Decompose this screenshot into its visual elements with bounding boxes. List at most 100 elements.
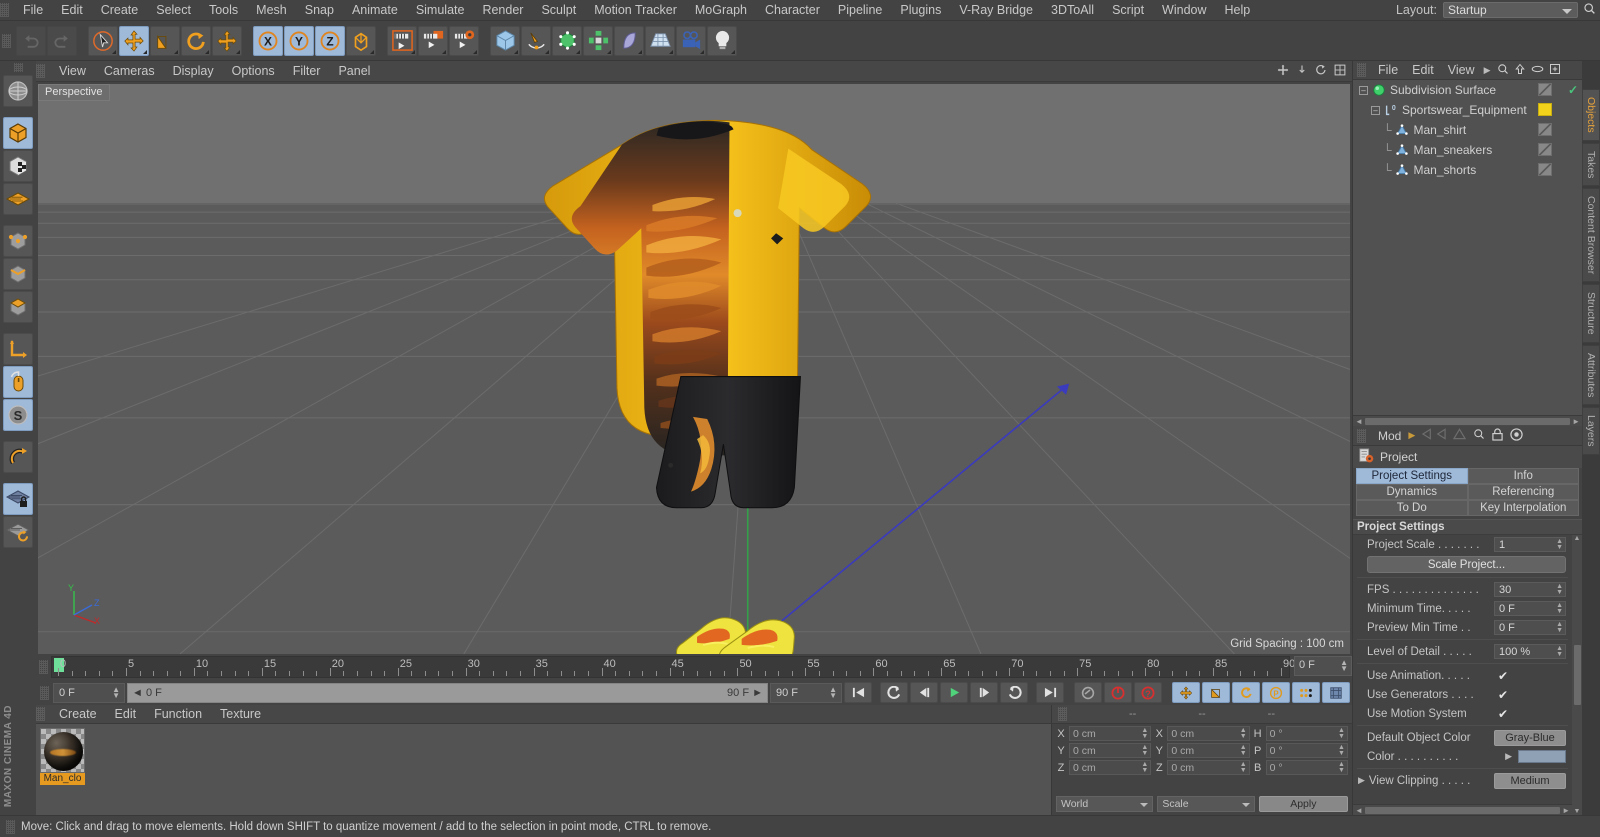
scale-tool-button[interactable] [150, 25, 180, 56]
menu-edit[interactable]: Edit [52, 0, 92, 21]
zoom-view-icon[interactable] [1296, 64, 1308, 79]
object-menu-edit[interactable]: Edit [1405, 60, 1441, 81]
go-to-end-button[interactable] [1036, 682, 1064, 703]
maximize-view-icon[interactable] [1334, 64, 1346, 79]
nav-up-icon[interactable] [1453, 428, 1467, 443]
material-item[interactable]: Man_clo [40, 728, 85, 785]
left-toolbar-grip[interactable] [13, 63, 23, 72]
add-nurbs-button[interactable] [552, 25, 582, 56]
material-menu-edit[interactable]: Edit [106, 704, 146, 725]
object-row-subdivision-surface[interactable]: – Subdivision Surface ✓ [1353, 80, 1582, 100]
model-mode-button[interactable] [3, 117, 33, 149]
lock-icon[interactable] [1492, 427, 1503, 444]
menu-grip[interactable] [0, 3, 9, 17]
scale-snap-button[interactable]: S [3, 399, 33, 431]
go-up-icon[interactable] [1514, 63, 1526, 78]
position-z-field[interactable]: 0 cm ▲ ▼ [1069, 760, 1152, 775]
tab-layers[interactable]: Layers [1582, 407, 1600, 455]
expand-toggle[interactable]: – [1371, 105, 1380, 115]
size-x-field[interactable]: 0 cm ▲ ▼ [1167, 726, 1250, 741]
render-region-button[interactable] [418, 25, 448, 56]
menu-file[interactable]: File [14, 0, 52, 21]
position-x-field[interactable]: 0 cm ▲ ▼ [1069, 726, 1152, 741]
step-back-frame-button[interactable] [910, 682, 938, 703]
menu-plugins[interactable]: Plugins [891, 0, 950, 21]
texture-mode-button[interactable] [3, 150, 33, 182]
time-scrub-bar[interactable]: ◄ 0 F 90 F ► [127, 682, 768, 703]
add-cube-button[interactable] [490, 25, 520, 56]
rotate-view-icon[interactable] [1315, 64, 1327, 79]
menu-motion-tracker[interactable]: Motion Tracker [585, 0, 686, 21]
spinner-icon[interactable]: ▲ ▼ [112, 685, 120, 699]
menu-tools[interactable]: Tools [200, 0, 247, 21]
target-icon[interactable] [1510, 427, 1523, 444]
render-view-button[interactable] [387, 25, 417, 56]
timeline-grip[interactable] [39, 660, 48, 674]
project-scale-input[interactable]: 1 ▲ ▼ [1494, 537, 1566, 552]
chevron-right-icon[interactable]: ▶ [1505, 751, 1512, 762]
tab-content-browser[interactable]: Content Browser [1582, 188, 1600, 283]
object-enabled-check[interactable]: ✓ [1568, 83, 1578, 97]
position-y-field[interactable]: 0 cm ▲ ▼ [1069, 743, 1152, 758]
color-swatch[interactable] [1518, 750, 1566, 763]
chevron-right-icon[interactable]: ▶ [1358, 775, 1365, 786]
parameter-key-button[interactable]: P [1262, 682, 1290, 703]
menu-script[interactable]: Script [1103, 0, 1153, 21]
viewport-grip[interactable] [36, 64, 45, 78]
rotation-b-field[interactable]: 0 ° ▲ ▼ [1265, 760, 1348, 775]
material-grip[interactable] [36, 707, 45, 721]
move-tool-button[interactable] [119, 25, 149, 56]
attribute-vscrollbar[interactable]: ▲ ▼ [1572, 535, 1582, 815]
tab-takes[interactable]: Takes [1582, 142, 1600, 187]
object-tag-swatch[interactable] [1538, 143, 1552, 156]
apply-button[interactable]: Apply [1258, 796, 1348, 812]
perspective-viewport[interactable]: Perspective Grid Spacing : 100 cm Y Z X [38, 84, 1350, 654]
scale-key-button[interactable] [1202, 682, 1230, 703]
scroll-right-icon[interactable]: ► [1562, 806, 1570, 815]
step-forward-frame-button[interactable] [970, 682, 998, 703]
spinner-icon[interactable]: ▲ ▼ [829, 685, 837, 699]
coordinates-grip[interactable] [1058, 707, 1067, 721]
polygon-mode-button[interactable] [3, 291, 33, 323]
menu-mograph[interactable]: MoGraph [686, 0, 756, 21]
preview-min-time-input[interactable]: 0 F ▲ ▼ [1494, 620, 1566, 635]
menu-create[interactable]: Create [92, 0, 148, 21]
menu-help[interactable]: Help [1216, 0, 1260, 21]
add-deformer-button[interactable] [614, 25, 644, 56]
search-icon[interactable] [1473, 428, 1485, 443]
viewport-menu-view[interactable]: View [50, 61, 95, 82]
tab-objects[interactable]: Objects [1582, 89, 1600, 141]
object-row-sportswear-equipment[interactable]: – 0 Sportswear_Equipment [1353, 100, 1582, 120]
tab-dynamics[interactable]: Dynamics [1356, 484, 1468, 500]
menu-snap[interactable]: Snap [296, 0, 343, 21]
new-layer-icon[interactable] [1549, 63, 1561, 78]
rotation-p-field[interactable]: 0 ° ▲ ▼ [1265, 743, 1348, 758]
axis-z-button[interactable]: Z [315, 25, 345, 56]
menu-animate[interactable]: Animate [343, 0, 407, 21]
tab-key-interpolation[interactable]: Key Interpolation [1467, 500, 1579, 516]
edge-mode-button[interactable] [3, 258, 33, 290]
object-row-man-shirt[interactable]: └ Man_shirt [1353, 120, 1582, 140]
go-to-start-button[interactable] [844, 682, 872, 703]
tab-info[interactable]: Info [1467, 468, 1579, 484]
menu-vray-bridge[interactable]: V-Ray Bridge [950, 0, 1042, 21]
step-forward-keyframe-button[interactable] [1000, 682, 1028, 703]
scale-project-button[interactable]: Scale Project... [1367, 556, 1566, 573]
texture-axis-button[interactable] [3, 75, 33, 107]
scroll-left-icon[interactable]: ◄ [1355, 806, 1363, 815]
menu-window[interactable]: Window [1153, 0, 1215, 21]
tab-to-do[interactable]: To Do [1356, 500, 1468, 516]
chevron-right-icon[interactable]: ▶ [1408, 430, 1415, 441]
viewport-menu-display[interactable]: Display [164, 61, 223, 82]
material-menu-function[interactable]: Function [145, 704, 211, 725]
rotation-h-field[interactable]: 0 ° ▲ ▼ [1265, 726, 1348, 741]
viewport-menu-filter[interactable]: Filter [284, 61, 330, 82]
deformer-mode-button[interactable] [3, 183, 33, 215]
redo-button[interactable] [47, 25, 77, 56]
workplane-lock-button[interactable] [3, 483, 33, 515]
play-button[interactable] [940, 682, 968, 703]
pla-key-button[interactable] [1292, 682, 1320, 703]
search-icon[interactable] [1578, 2, 1600, 18]
undo-button[interactable] [16, 25, 46, 56]
expand-toggle[interactable]: – [1359, 85, 1368, 95]
